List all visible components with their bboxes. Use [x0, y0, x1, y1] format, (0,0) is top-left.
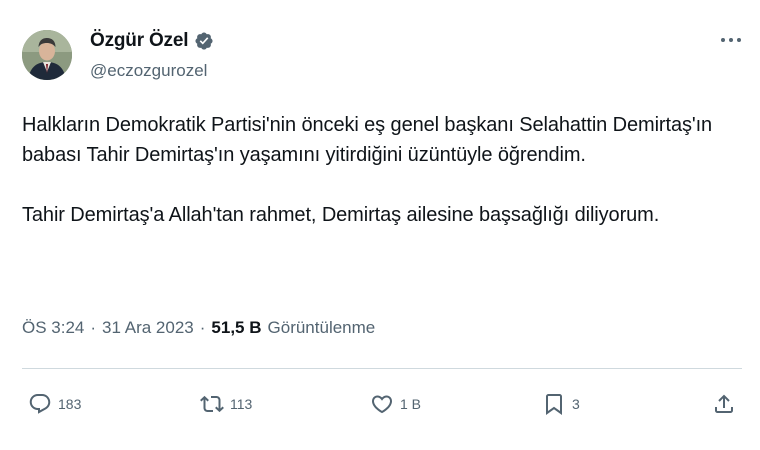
reply-count: 183 [58, 396, 82, 412]
author-handle[interactable]: @eczozgurozel [90, 61, 207, 81]
meta-separator: · [90, 318, 97, 337]
views-label: Görüntülenme [267, 318, 376, 337]
like-count: 1 B [400, 396, 422, 412]
heart-icon [371, 395, 393, 414]
bookmark-count: 3 [572, 396, 580, 412]
more-horizontal-icon[interactable] [718, 30, 744, 50]
author-name-row: Özgür Özel [90, 28, 214, 54]
like-button[interactable]: 1 B [370, 390, 421, 418]
share-button[interactable] [712, 390, 736, 418]
bookmark-icon [546, 394, 562, 415]
retweet-icon [200, 395, 224, 413]
tweet-paragraph: Tahir Demirtaş'a Allah'tan rahmet, Demir… [22, 204, 660, 226]
tweet-paragraph: Halkların Demokratik Partisi'nin önceki … [22, 114, 713, 166]
tweet-meta: ÖS 3:24 · 31 Ara 2023 · 51,5 B Görüntüle… [22, 318, 375, 338]
views-count: 51,5 B [211, 318, 262, 337]
meta-separator: · [199, 318, 206, 337]
bookmark-button[interactable]: 3 [542, 390, 580, 418]
reply-button[interactable]: 183 [28, 390, 81, 418]
reply-icon [29, 394, 51, 414]
verified-badge-icon[interactable] [194, 31, 214, 51]
tweet: Özgür Özel @eczozgurozel Halkların Demok… [0, 0, 760, 450]
retweet-count: 113 [230, 396, 253, 412]
retweet-button[interactable]: 113 [200, 390, 252, 418]
author-display-name[interactable]: Özgür Özel [90, 30, 188, 52]
avatar[interactable] [22, 30, 72, 80]
tweet-date[interactable]: 31 Ara 2023 [102, 318, 194, 338]
divider [22, 368, 742, 369]
avatar-photo-icon [22, 30, 72, 80]
tweet-time[interactable]: ÖS 3:24 [22, 318, 84, 338]
tweet-text: Halkların Demokratik Partisi'nin önceki … [22, 110, 742, 230]
share-icon [715, 394, 733, 413]
